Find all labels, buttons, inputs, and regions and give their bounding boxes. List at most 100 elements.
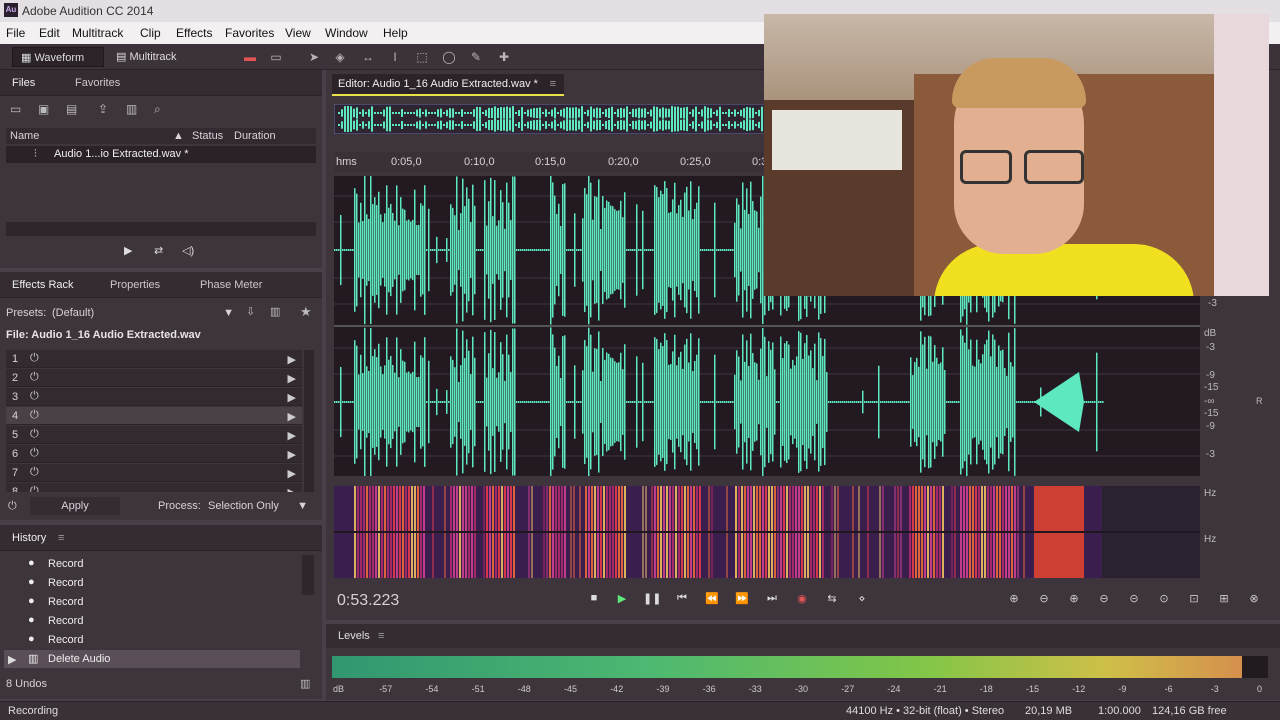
chevron-right-icon[interactable]: ▶ xyxy=(288,467,296,480)
play-file-icon[interactable]: ▶ xyxy=(124,244,132,257)
zoom-in-point-icon[interactable]: ⊙ xyxy=(1154,592,1174,608)
effect-slot[interactable]: 2 ⏻ ▶ xyxy=(6,369,302,387)
rewind-icon[interactable]: ⏪ xyxy=(703,592,721,606)
power-icon[interactable]: ⏻ xyxy=(30,466,39,479)
panel-menu-icon[interactable]: ≡ xyxy=(58,532,64,544)
brush-tool-icon[interactable]: ✎ xyxy=(468,49,484,65)
skip-to-end-icon[interactable]: ⏭ xyxy=(763,592,781,606)
history-item[interactable]: ● Record xyxy=(4,593,300,611)
search-icon[interactable]: ⌕ xyxy=(154,102,161,117)
files-scrollbar[interactable] xyxy=(6,222,316,236)
effects-scrollbar[interactable] xyxy=(304,350,314,492)
loop-playback-icon[interactable]: ⇆ xyxy=(823,592,841,606)
history-item[interactable]: ▶ ▥ Delete Audio xyxy=(4,650,300,668)
column-duration[interactable]: Duration xyxy=(234,130,276,142)
menu-view[interactable]: View xyxy=(285,26,311,40)
chevron-right-icon[interactable]: ▶ xyxy=(288,448,296,461)
new-file-icon[interactable]: ▤ xyxy=(66,102,77,116)
multitrack-mode-button[interactable]: ▤ Multitrack xyxy=(108,47,196,67)
menu-multitrack[interactable]: Multitrack xyxy=(72,26,123,40)
effect-slot[interactable]: 3 ⏻ ▶ xyxy=(6,388,302,406)
zoom-out-amplitude-icon[interactable]: ⊖ xyxy=(1034,592,1054,608)
power-icon[interactable]: ⏻ xyxy=(30,485,39,492)
effect-slot[interactable]: 5 ⏻ ▶ xyxy=(6,426,302,444)
trash-icon[interactable]: ▥ xyxy=(300,677,310,690)
tab-properties[interactable]: Properties xyxy=(110,279,160,291)
history-item[interactable]: ● Record xyxy=(4,555,300,573)
current-time-display[interactable]: 0:53.223 xyxy=(337,592,399,610)
delete-preset-icon[interactable]: ▥ xyxy=(270,305,280,318)
panel-menu-icon[interactable]: ≡ xyxy=(378,630,384,642)
history-item[interactable]: ● Record xyxy=(4,612,300,630)
zoom-in-amplitude-icon[interactable]: ⊕ xyxy=(1004,592,1024,608)
zoom-selection-icon[interactable]: ⊡ xyxy=(1184,592,1204,608)
skip-selection-icon[interactable]: ⋄ xyxy=(853,592,871,606)
export-icon[interactable]: ⇪ xyxy=(98,102,108,116)
chevron-right-icon[interactable]: ▶ xyxy=(288,372,296,385)
play-icon[interactable]: ▶ xyxy=(613,592,631,606)
presets-dropdown[interactable]: (Default) ▼ xyxy=(52,305,238,321)
time-selection-tool-icon[interactable]: I xyxy=(387,49,403,65)
spectral-display-icon[interactable]: ▬ xyxy=(242,49,258,65)
zoom-out-time-icon[interactable]: ⊖ xyxy=(1094,592,1114,608)
delete-file-icon[interactable]: ▥ xyxy=(126,102,137,116)
effect-slot[interactable]: 7 ⏻ ▶ xyxy=(6,464,302,482)
spectral-display[interactable] xyxy=(334,486,1200,578)
history-item[interactable]: ● Record xyxy=(4,574,300,592)
effect-slot[interactable]: 8 ⏻ ▶ xyxy=(6,483,302,492)
power-icon[interactable]: ⏻ xyxy=(30,447,39,460)
history-scrollbar[interactable] xyxy=(302,555,314,595)
tab-effects-rack[interactable]: Effects Rack xyxy=(12,279,74,291)
column-name[interactable]: Name xyxy=(10,130,39,142)
history-item[interactable]: ● Record xyxy=(4,631,300,649)
autoplay-icon[interactable]: ◁) xyxy=(182,244,194,257)
power-icon[interactable]: ⏻ xyxy=(30,428,39,441)
favorite-star-icon[interactable]: ★ xyxy=(300,304,312,320)
menu-clip[interactable]: Clip xyxy=(140,26,161,40)
effect-slot[interactable]: 6 ⏻ ▶ xyxy=(6,445,302,463)
editor-tab[interactable]: Editor: Audio 1_16 Audio Extracted.wav *… xyxy=(332,74,564,96)
tab-favorites[interactable]: Favorites xyxy=(75,77,120,89)
razor-tool-icon[interactable]: ◈ xyxy=(332,49,348,65)
marquee-tool-icon[interactable]: ⬚ xyxy=(414,49,430,65)
tab-phase-meter[interactable]: Phase Meter xyxy=(200,279,262,291)
skip-to-start-icon[interactable]: ⏮ xyxy=(673,592,691,606)
lasso-tool-icon[interactable]: ◯ xyxy=(441,49,457,65)
power-icon[interactable]: ⏻ xyxy=(30,390,39,403)
menu-edit[interactable]: Edit xyxy=(39,26,60,40)
menu-effects[interactable]: Effects xyxy=(176,26,212,40)
overview-waveform[interactable] xyxy=(334,104,774,134)
tab-history[interactable]: History xyxy=(12,532,46,544)
menu-help[interactable]: Help xyxy=(383,26,408,40)
zoom-in-time-icon[interactable]: ⊕ xyxy=(1064,592,1084,608)
tab-levels[interactable]: Levels xyxy=(338,630,370,642)
file-list-item[interactable]: ⫶ Audio 1...io Extracted.wav * xyxy=(6,146,316,163)
pitch-display-icon[interactable]: ▭ xyxy=(268,49,284,65)
zoom-out-full-icon[interactable]: ⊝ xyxy=(1124,592,1144,608)
loop-file-icon[interactable]: ⇄ xyxy=(154,244,163,257)
pause-icon[interactable]: ❚❚ xyxy=(643,592,661,606)
power-icon[interactable]: ⏻ xyxy=(30,352,39,365)
slip-tool-icon[interactable]: ↔ xyxy=(360,49,376,65)
master-power-icon[interactable]: ⏻ xyxy=(8,500,17,513)
menu-window[interactable]: Window xyxy=(325,26,368,40)
zoom-reset-icon[interactable]: ⊗ xyxy=(1244,592,1264,608)
effect-slot[interactable]: 1 ⏻ ▶ xyxy=(6,350,302,368)
chevron-right-icon[interactable]: ▶ xyxy=(288,429,296,442)
apply-button[interactable]: Apply xyxy=(30,497,120,515)
fast-forward-icon[interactable]: ⏩ xyxy=(733,592,751,606)
menu-favorites[interactable]: Favorites xyxy=(225,26,274,40)
chevron-right-icon[interactable]: ▶ xyxy=(288,353,296,366)
zoom-channels-icon[interactable]: ⊞ xyxy=(1214,592,1234,608)
menu-file[interactable]: File xyxy=(6,26,25,40)
import-file-icon[interactable]: ▣ xyxy=(38,102,49,116)
move-tool-icon[interactable]: ➤ xyxy=(306,49,322,65)
column-status[interactable]: Status xyxy=(192,130,223,142)
power-icon[interactable]: ⏻ xyxy=(30,409,39,422)
waveform-mode-button[interactable]: ▦ Waveform xyxy=(12,47,104,67)
tab-files[interactable]: Files xyxy=(12,77,35,89)
chevron-right-icon[interactable]: ▶ xyxy=(288,410,296,423)
process-dropdown[interactable]: Selection Only ▼ xyxy=(206,498,310,514)
stop-icon[interactable]: ■ xyxy=(585,592,603,606)
record-icon[interactable]: ◉ xyxy=(793,592,811,606)
